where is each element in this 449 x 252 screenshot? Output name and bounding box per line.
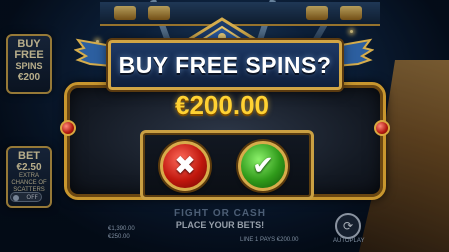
buy-price: €200.00 bbox=[175, 90, 269, 120]
left-gem-icon bbox=[60, 120, 76, 136]
right-gem-icon bbox=[374, 120, 390, 136]
check-icon: ✔ bbox=[252, 151, 274, 181]
confirm-button[interactable]: ✔ bbox=[238, 141, 288, 191]
modal-title: BUY FREE SPINS? bbox=[118, 51, 332, 78]
close-icon: ✖ bbox=[174, 151, 196, 181]
modal-title-bar: BUY FREE SPINS? bbox=[108, 40, 342, 90]
cancel-button[interactable]: ✖ bbox=[160, 141, 210, 191]
